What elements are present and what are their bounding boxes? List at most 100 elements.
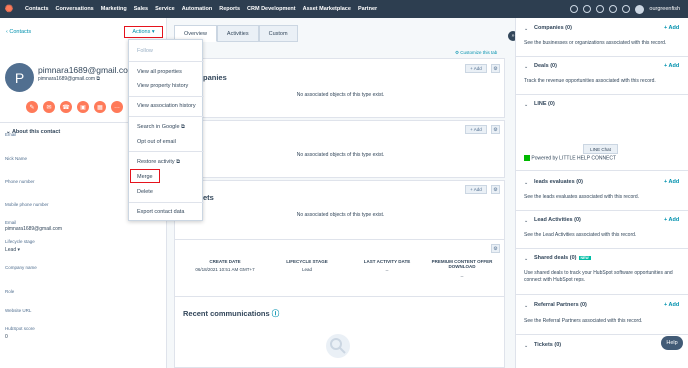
add-referral-partners-button[interactable]: + Add [664,302,679,308]
chevron-down-icon[interactable]: ⌄ [524,303,528,309]
deals-description: Track the revenue opportunities associat… [524,78,656,84]
prop-label-lifecycle: Lifecycle stage [5,239,35,244]
menu-view-property-history[interactable]: View property history [137,83,188,89]
chevron-down-icon[interactable]: ⌄ [524,26,528,32]
more-icon[interactable]: … [111,101,123,113]
breadcrumb-contacts[interactable]: ‹ Contacts [6,29,31,35]
tab-activities[interactable]: Activities [216,25,259,42]
gear-icon[interactable]: ⚙ [491,64,500,73]
about-title: About this contact [11,129,61,135]
search-icon[interactable] [570,5,579,13]
chevron-down-icon[interactable]: ⌄ [524,102,528,108]
deals-card: + Add ⚙ No associated objects of this ty… [174,120,505,178]
card-title: ets [203,193,214,202]
leads-evaluates-title[interactable]: leads evaluates (0) [534,179,583,185]
add-button[interactable]: + Add [465,64,487,73]
menu-delete[interactable]: Delete [137,189,153,195]
menu-follow[interactable]: Follow [137,48,153,54]
companies-title[interactable]: Companies (0) [534,25,572,31]
prop-label-email: Email [5,132,17,137]
account-avatar[interactable] [635,4,645,14]
nav-partner[interactable]: Partner [358,6,377,12]
meeting-icon[interactable]: ▦ [94,101,106,113]
tab-custom[interactable]: Custom [258,25,298,42]
marketplace-icon[interactable] [583,5,592,13]
prop-label-company: Company name [5,265,37,270]
settings-icon[interactable] [609,5,618,13]
empty-message: No associated objects of this type exist… [296,152,385,158]
divider [516,56,688,57]
menu-search-google[interactable]: Search in Google ⧉ [137,124,185,131]
notifications-icon[interactable] [622,5,631,13]
association-sidebar: ⌄ Companies (0) + Add See the businesses… [515,18,688,368]
add-button[interactable]: + Add [465,125,487,134]
nav-marketing[interactable]: Marketing [101,6,127,12]
chevron-down-icon[interactable]: ⌄ [524,256,528,262]
contact-name[interactable]: pimnara1689@gmail.com [38,65,135,75]
add-button[interactable]: + Add [465,185,487,194]
nav-contacts[interactable]: Contacts [25,6,49,12]
nav-asset-marketplace[interactable]: Asset Marketplace [303,6,351,12]
note-icon[interactable]: ✎ [26,101,38,113]
actions-button[interactable]: Actions ▾ [124,26,163,38]
summary-header: LIFECYCLE STAGE [286,259,328,264]
nav-crm-development[interactable]: CRM Development [247,6,296,12]
recent-communications-card: Recent communications ⓘ [174,296,505,368]
nav-reports[interactable]: Reports [219,6,240,12]
help-button[interactable]: Help [661,336,683,350]
shared-deals-description: Use shared deals to track your HubSpot s… [524,270,673,283]
line-title[interactable]: LINE (0) [534,101,555,107]
divider [516,294,688,295]
deals-title[interactable]: Deals (0) [534,63,557,69]
add-lead-activities-button[interactable]: + Add [664,217,679,223]
nav-service[interactable]: Service [155,6,175,12]
call-icon[interactable]: ☎ [60,101,72,113]
hubspot-logo-icon[interactable]: ✺ [0,0,18,18]
chevron-down-icon[interactable]: ⌄ [524,64,528,70]
gear-icon[interactable]: ⚙ [491,125,500,134]
menu-opt-out[interactable]: Opt out of email [137,139,176,145]
chevron-down-icon[interactable]: ⌄ [524,180,528,186]
prop-value-lifecycle[interactable]: Lead ▾ [5,247,20,253]
lead-activities-description: See the Lead Activities associated with … [524,232,637,238]
nav-automation[interactable]: Automation [182,6,213,12]
empty-state-illustration-icon [326,334,350,358]
tickets-title[interactable]: Tickets (0) [534,342,561,348]
divider [129,202,204,203]
gear-icon[interactable]: ⚙ [491,185,500,194]
prop-label-mobile: Mobile phone number [5,202,49,207]
chevron-down-icon[interactable]: ⌄ [524,218,528,224]
chevron-down-icon[interactable]: ⌄ [524,343,528,349]
add-leads-evaluates-button[interactable]: + Add [664,179,679,185]
add-companies-button[interactable]: + Add [664,25,679,31]
summary-header: PREMIUM CONTENT OFFER DOWNLOAD [431,259,493,269]
actions-menu: Follow View all properties View property… [128,39,204,221]
menu-view-all-properties[interactable]: View all properties [137,69,182,75]
line-chat-button[interactable]: LINE Chat [583,144,618,154]
actions-label: Actions [132,29,151,35]
info-icon[interactable]: ⓘ [272,309,280,318]
nav-sales[interactable]: Sales [134,6,148,12]
empty-message: No associated objects of this type exist… [296,212,385,218]
prop-value-email[interactable]: pimnara1689@gmail.com [5,226,62,232]
action-icons: ✎ ✉ ☎ ▣ ▦ … [26,101,123,113]
email-icon[interactable]: ✉ [43,101,55,113]
menu-export-contact-data[interactable]: Export contact data [137,209,184,215]
nav-conversations[interactable]: Conversations [56,6,94,12]
tickets-card: ets + Add ⚙ No associated objects of thi… [174,180,505,248]
customize-tab-link[interactable]: ⚙ Customize this tab [455,50,497,56]
menu-restore-activity[interactable]: Restore activity ⧉ [137,159,180,166]
contact-email[interactable]: pimnara1689@gmail.com ⧉ [38,76,100,82]
gear-icon[interactable]: ⚙ [491,244,500,253]
customize-label: Customize this tab [460,50,498,55]
recent-communications-title: Recent communications ⓘ [183,308,279,319]
referral-partners-title[interactable]: Referral Partners (0) [534,302,587,308]
task-icon[interactable]: ▣ [77,101,89,113]
external-link-icon: ⧉ [176,159,181,165]
help-icon[interactable] [596,5,605,13]
account-name[interactable]: ourgreenfish [649,6,680,12]
menu-view-association-history[interactable]: View association history [137,103,196,109]
shared-deals-title[interactable]: Shared deals (0) NEW [534,255,591,261]
add-deals-button[interactable]: + Add [664,63,679,69]
lead-activities-title[interactable]: Lead Activities (0) [534,217,581,223]
